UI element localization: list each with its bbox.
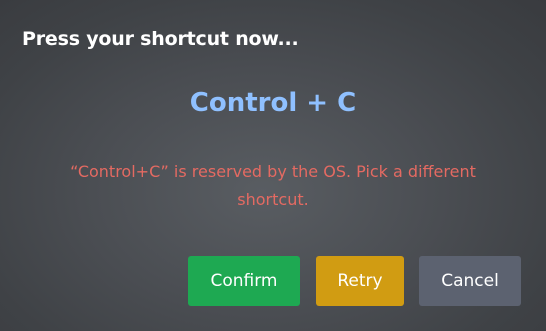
cancel-button[interactable]: Cancel (419, 256, 521, 306)
captured-shortcut: Control + C (189, 88, 357, 118)
dialog-title: Press your shortcut now... (22, 28, 299, 50)
error-message: “Control+C” is reserved by the OS. Pick … (70, 162, 476, 209)
retry-button[interactable]: Retry (316, 256, 404, 306)
confirm-button[interactable]: Confirm (188, 256, 300, 306)
shortcut-capture-dialog: Press your shortcut now... Control + C “… (0, 0, 546, 331)
dialog-actions: Confirm Retry Cancel (0, 256, 546, 306)
